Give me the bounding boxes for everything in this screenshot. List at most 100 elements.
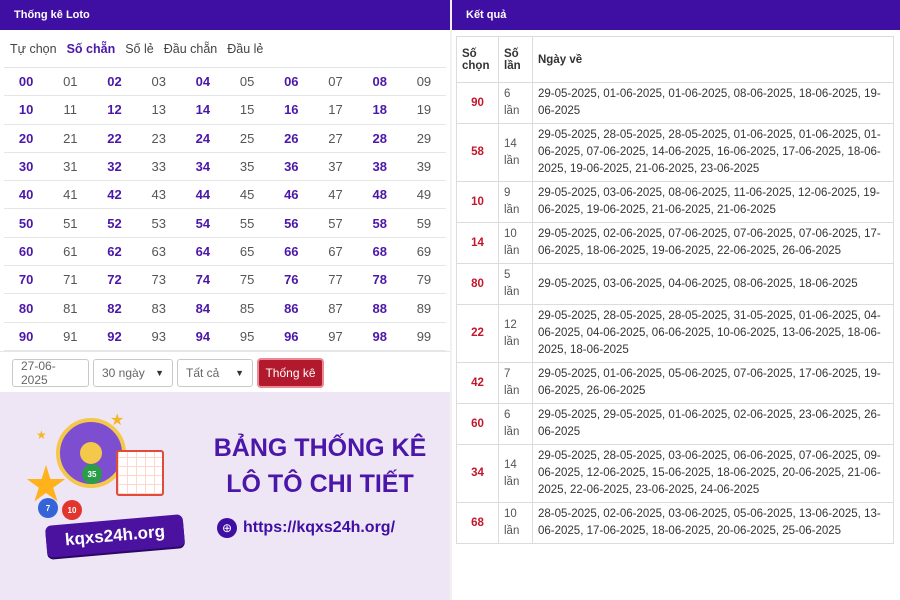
number-cell[interactable]: 14: [181, 96, 225, 123]
number-cell[interactable]: 56: [269, 209, 313, 236]
number-cell[interactable]: 38: [358, 153, 402, 180]
number-cell[interactable]: 09: [402, 68, 446, 95]
number-cell[interactable]: 08: [358, 68, 402, 95]
number-cell[interactable]: 01: [48, 68, 92, 95]
number-cell[interactable]: 49: [402, 181, 446, 208]
number-cell[interactable]: 27: [313, 125, 357, 152]
number-cell[interactable]: 83: [137, 294, 181, 321]
filter-select[interactable]: Tất cả ▼: [177, 359, 253, 388]
number-cell[interactable]: 97: [313, 323, 357, 350]
number-cell[interactable]: 61: [48, 238, 92, 265]
number-cell[interactable]: 17: [313, 96, 357, 123]
number-cell[interactable]: 77: [313, 266, 357, 293]
number-cell[interactable]: 07: [313, 68, 357, 95]
number-cell[interactable]: 78: [358, 266, 402, 293]
number-cell[interactable]: 75: [225, 266, 269, 293]
tab-1[interactable]: Số chẵn: [67, 42, 116, 56]
number-cell[interactable]: 98: [358, 323, 402, 350]
number-cell[interactable]: 36: [269, 153, 313, 180]
number-cell[interactable]: 87: [313, 294, 357, 321]
number-cell[interactable]: 82: [92, 294, 136, 321]
number-cell[interactable]: 90: [4, 323, 48, 350]
number-cell[interactable]: 60: [4, 238, 48, 265]
number-cell[interactable]: 21: [48, 125, 92, 152]
number-cell[interactable]: 46: [269, 181, 313, 208]
number-cell[interactable]: 65: [225, 238, 269, 265]
number-cell[interactable]: 03: [137, 68, 181, 95]
number-cell[interactable]: 04: [181, 68, 225, 95]
number-cell[interactable]: 13: [137, 96, 181, 123]
submit-button[interactable]: Thống kê: [257, 358, 324, 389]
number-cell[interactable]: 51: [48, 209, 92, 236]
number-cell[interactable]: 79: [402, 266, 446, 293]
number-cell[interactable]: 93: [137, 323, 181, 350]
number-cell[interactable]: 33: [137, 153, 181, 180]
number-cell[interactable]: 62: [92, 238, 136, 265]
number-cell[interactable]: 24: [181, 125, 225, 152]
number-cell[interactable]: 52: [92, 209, 136, 236]
number-cell[interactable]: 00: [4, 68, 48, 95]
tab-3[interactable]: Đầu chẵn: [164, 42, 218, 56]
number-cell[interactable]: 69: [402, 238, 446, 265]
date-input[interactable]: 27-06-2025: [12, 359, 89, 388]
number-cell[interactable]: 53: [137, 209, 181, 236]
number-cell[interactable]: 40: [4, 181, 48, 208]
number-cell[interactable]: 06: [269, 68, 313, 95]
number-cell[interactable]: 76: [269, 266, 313, 293]
number-cell[interactable]: 68: [358, 238, 402, 265]
number-cell[interactable]: 59: [402, 209, 446, 236]
number-cell[interactable]: 10: [4, 96, 48, 123]
number-cell[interactable]: 15: [225, 96, 269, 123]
tab-4[interactable]: Đầu lẻ: [227, 42, 263, 56]
range-select[interactable]: 30 ngày ▼: [93, 359, 173, 388]
number-cell[interactable]: 26: [269, 125, 313, 152]
number-cell[interactable]: 16: [269, 96, 313, 123]
number-cell[interactable]: 86: [269, 294, 313, 321]
number-cell[interactable]: 22: [92, 125, 136, 152]
number-cell[interactable]: 28: [358, 125, 402, 152]
number-cell[interactable]: 89: [402, 294, 446, 321]
number-cell[interactable]: 54: [181, 209, 225, 236]
number-cell[interactable]: 42: [92, 181, 136, 208]
number-cell[interactable]: 29: [402, 125, 446, 152]
number-cell[interactable]: 57: [313, 209, 357, 236]
number-cell[interactable]: 66: [269, 238, 313, 265]
number-cell[interactable]: 72: [92, 266, 136, 293]
number-cell[interactable]: 11: [48, 96, 92, 123]
site-logo[interactable]: 7 10 35 ★ ★ kqxs24h.org: [18, 410, 186, 575]
number-cell[interactable]: 39: [402, 153, 446, 180]
number-cell[interactable]: 25: [225, 125, 269, 152]
number-cell[interactable]: 43: [137, 181, 181, 208]
number-cell[interactable]: 47: [313, 181, 357, 208]
tab-0[interactable]: Tự chọn: [10, 42, 57, 56]
number-cell[interactable]: 81: [48, 294, 92, 321]
number-cell[interactable]: 20: [4, 125, 48, 152]
number-cell[interactable]: 74: [181, 266, 225, 293]
number-cell[interactable]: 63: [137, 238, 181, 265]
number-cell[interactable]: 94: [181, 323, 225, 350]
number-cell[interactable]: 44: [181, 181, 225, 208]
banner-url[interactable]: ⊕ https://kqxs24h.org/: [217, 518, 395, 538]
number-cell[interactable]: 55: [225, 209, 269, 236]
number-cell[interactable]: 35: [225, 153, 269, 180]
number-cell[interactable]: 71: [48, 266, 92, 293]
number-cell[interactable]: 48: [358, 181, 402, 208]
number-cell[interactable]: 18: [358, 96, 402, 123]
number-cell[interactable]: 80: [4, 294, 48, 321]
number-cell[interactable]: 58: [358, 209, 402, 236]
number-cell[interactable]: 70: [4, 266, 48, 293]
number-cell[interactable]: 37: [313, 153, 357, 180]
number-cell[interactable]: 32: [92, 153, 136, 180]
number-cell[interactable]: 12: [92, 96, 136, 123]
number-cell[interactable]: 34: [181, 153, 225, 180]
number-cell[interactable]: 67: [313, 238, 357, 265]
number-cell[interactable]: 88: [358, 294, 402, 321]
tab-2[interactable]: Số lẻ: [125, 42, 154, 56]
number-cell[interactable]: 50: [4, 209, 48, 236]
number-cell[interactable]: 73: [137, 266, 181, 293]
number-cell[interactable]: 95: [225, 323, 269, 350]
number-cell[interactable]: 96: [269, 323, 313, 350]
number-cell[interactable]: 31: [48, 153, 92, 180]
number-cell[interactable]: 85: [225, 294, 269, 321]
number-cell[interactable]: 19: [402, 96, 446, 123]
